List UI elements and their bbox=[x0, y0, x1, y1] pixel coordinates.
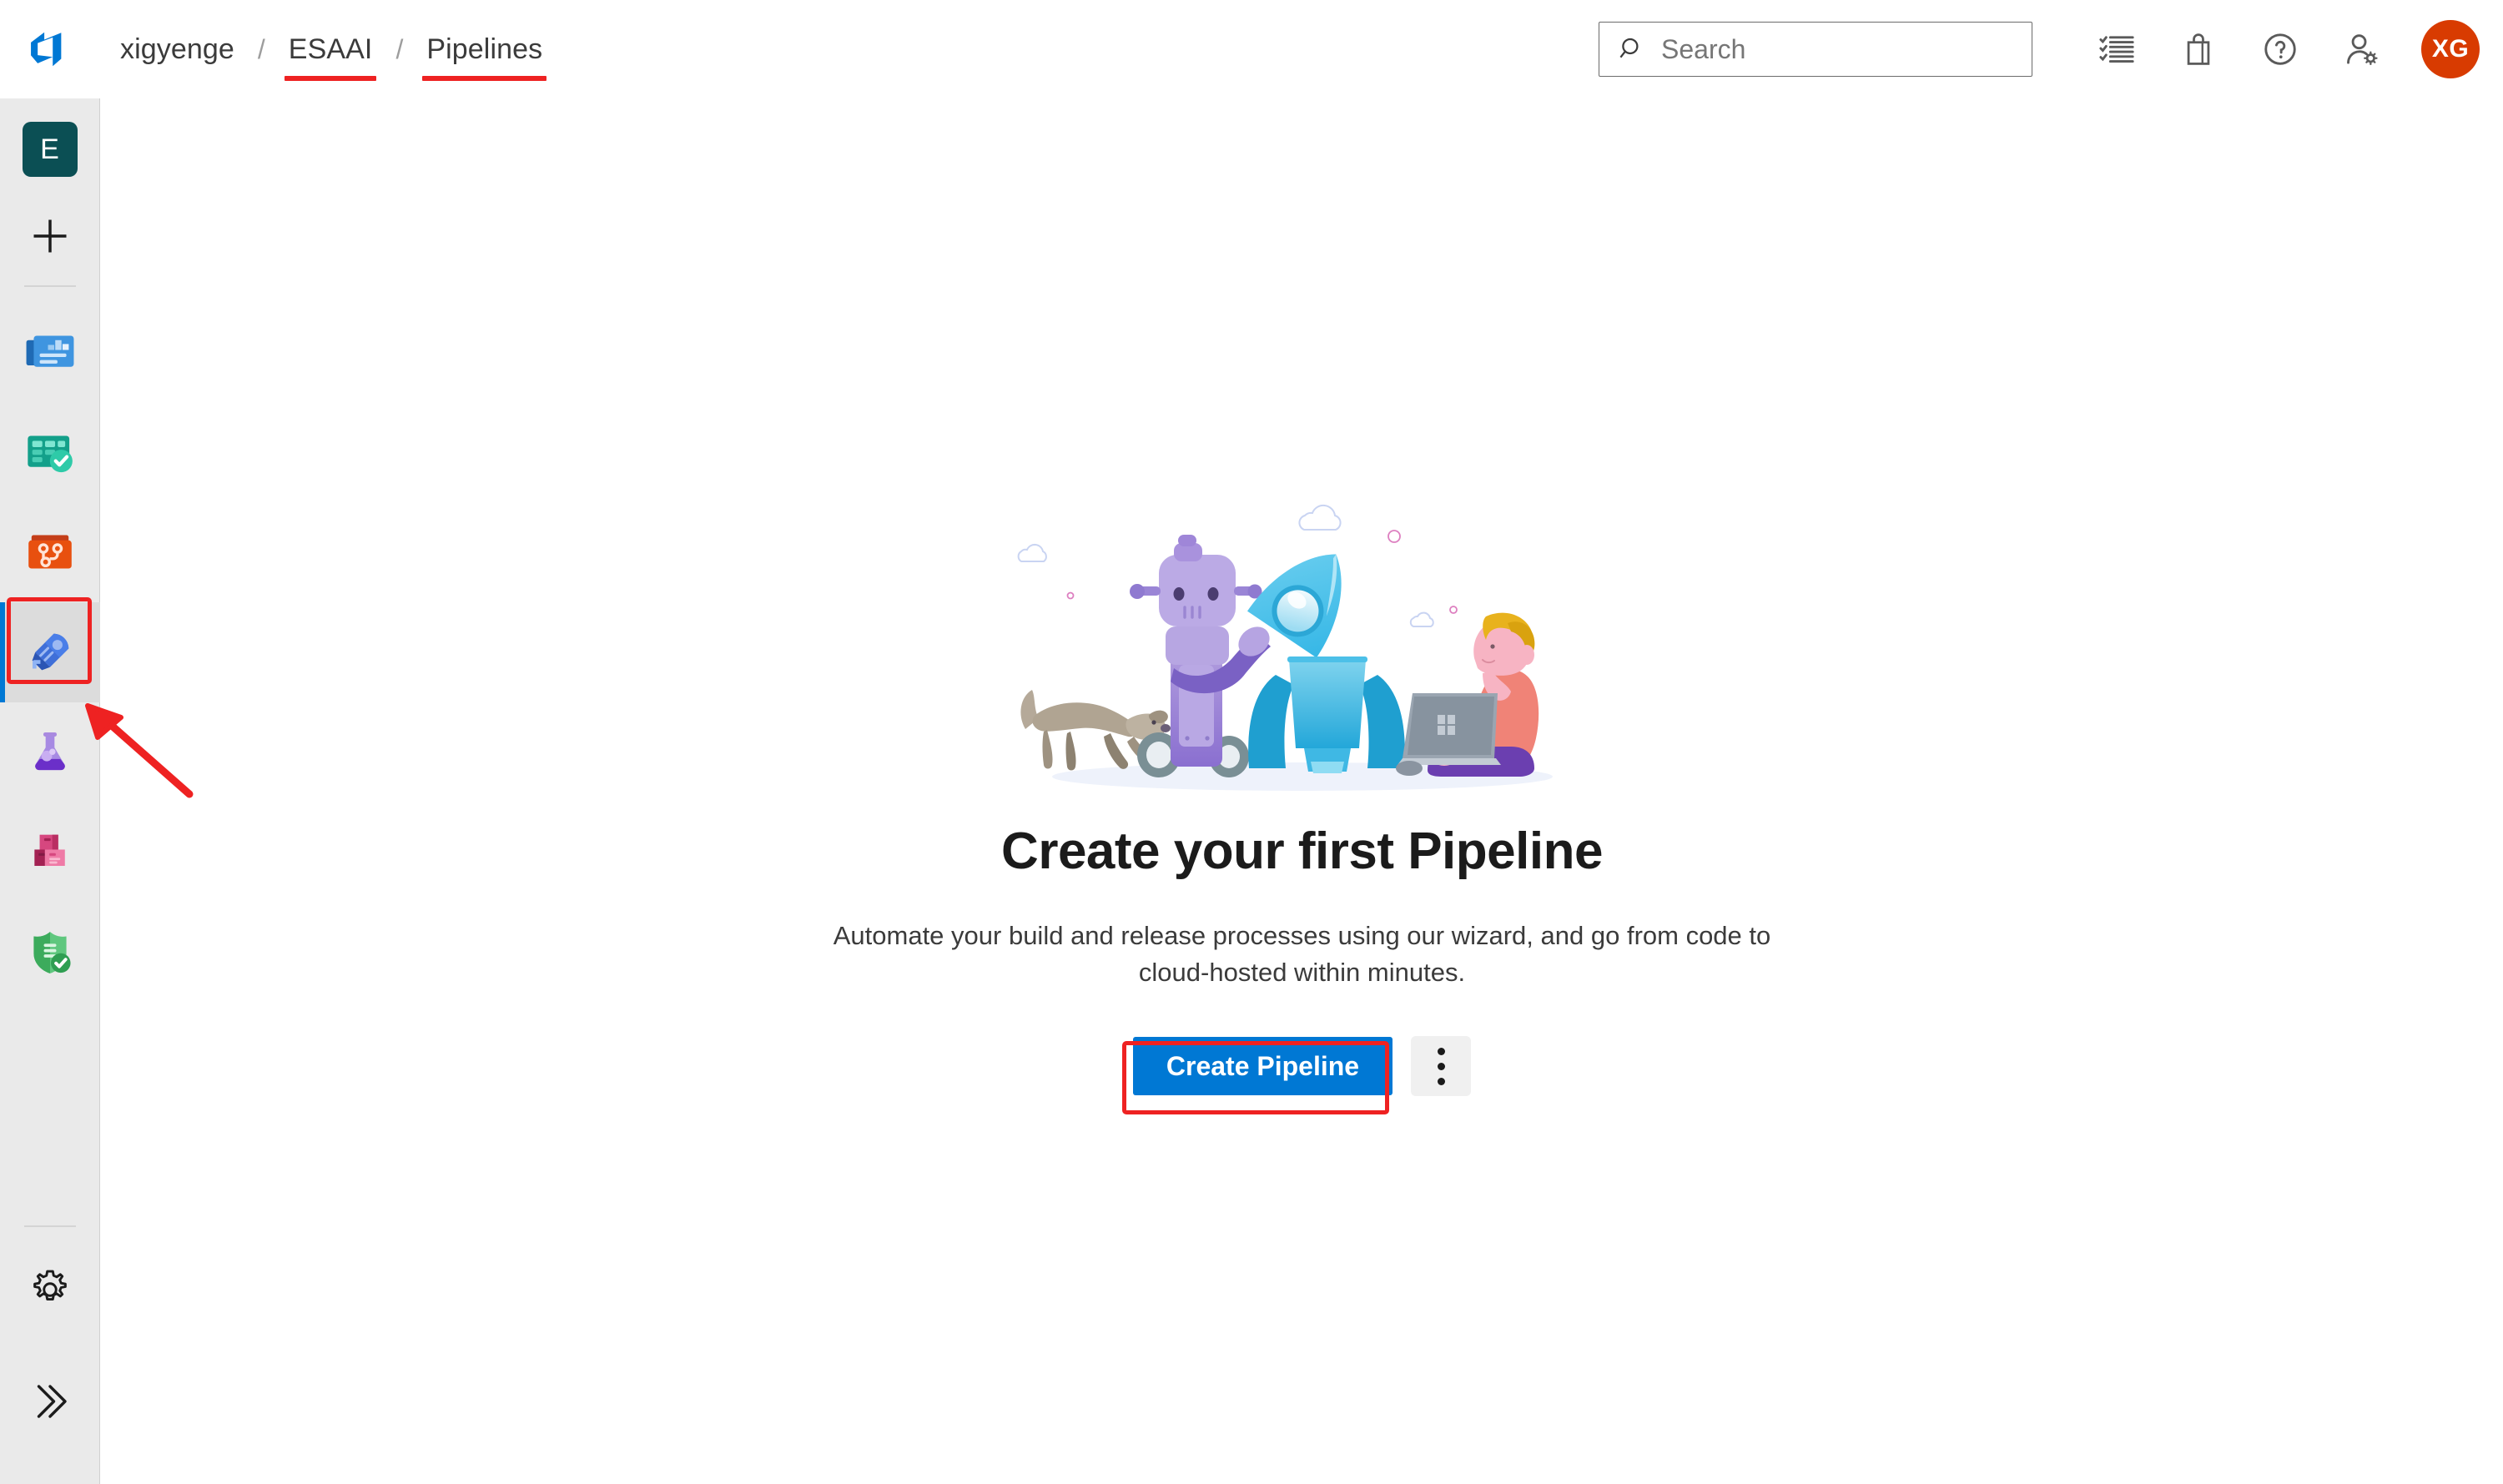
more-vertical-icon-dot-1 bbox=[1437, 1047, 1445, 1055]
help-icon[interactable] bbox=[2254, 23, 2306, 75]
sidebar-item-artifacts[interactable] bbox=[0, 802, 100, 903]
sidebar-item-advanced-security[interactable] bbox=[0, 903, 100, 1003]
sidebar-item-overview[interactable] bbox=[0, 302, 100, 402]
header-actions: Search XG bbox=[1599, 0, 2503, 98]
page-title: Create your first Pipeline bbox=[1001, 822, 1603, 880]
search-icon bbox=[1619, 38, 1639, 58]
create-pipeline-button[interactable]: Create Pipeline bbox=[1132, 1037, 1393, 1096]
project-avatar-initials: E bbox=[40, 133, 59, 165]
app-root: xigyenge / ESAAI / Pipelines Search XG E… bbox=[0, 0, 2503, 1484]
page-description: Automate your build and release processe… bbox=[833, 921, 1771, 988]
annotation-underline-project bbox=[284, 75, 377, 81]
breadcrumb-org[interactable]: xigyenge bbox=[118, 35, 236, 63]
avatar[interactable]: XG bbox=[2421, 20, 2480, 78]
test-plans-flask-icon bbox=[34, 732, 65, 771]
developer-with-laptop bbox=[1395, 612, 1539, 777]
avatar-initials: XG bbox=[2431, 35, 2470, 63]
project-settings-button[interactable] bbox=[21, 1260, 79, 1319]
shield-check-icon bbox=[33, 932, 71, 973]
more-options-button[interactable] bbox=[1411, 1036, 1472, 1097]
overview-icon bbox=[26, 335, 73, 367]
breadcrumb-project-label: ESAAI bbox=[288, 33, 373, 65]
project-avatar[interactable]: E bbox=[22, 122, 78, 177]
rocket-body bbox=[1247, 656, 1405, 773]
action-buttons: Create Pipeline bbox=[1132, 1036, 1472, 1097]
new-button[interactable] bbox=[23, 209, 78, 264]
breadcrumb-project[interactable]: ESAAI bbox=[284, 33, 377, 81]
breadcrumb-section[interactable]: Pipelines bbox=[422, 33, 547, 81]
expand-sidebar-button[interactable] bbox=[21, 1372, 79, 1431]
annotation-underline-section bbox=[422, 75, 547, 81]
shopping-bag-icon[interactable] bbox=[2173, 23, 2224, 75]
azure-devops-logo[interactable] bbox=[0, 0, 98, 98]
checklist-icon[interactable] bbox=[2091, 23, 2143, 75]
search-input[interactable]: Search bbox=[1599, 22, 2032, 77]
search-placeholder: Search bbox=[1661, 33, 1746, 64]
azure-devops-logo-icon bbox=[31, 32, 62, 66]
breadcrumb-separator-1: / bbox=[257, 33, 265, 64]
artifacts-boxes-icon bbox=[33, 834, 65, 866]
sidebar-item-repos[interactable] bbox=[0, 502, 100, 602]
zero-data-illustration bbox=[1017, 504, 1553, 791]
pipelines-rocket-icon bbox=[32, 633, 68, 671]
sidebar-item-boards[interactable] bbox=[0, 402, 100, 502]
gear-icon bbox=[33, 1270, 67, 1301]
boards-icon bbox=[27, 435, 73, 473]
sidebar-divider-bottom bbox=[23, 1225, 76, 1227]
main-content: Create your first Pipeline Automate your… bbox=[101, 99, 2503, 1484]
top-header: xigyenge / ESAAI / Pipelines Search XG bbox=[0, 0, 2503, 98]
sidebar-divider-top bbox=[23, 285, 76, 287]
sidebar-item-test-plans[interactable] bbox=[0, 702, 100, 802]
left-sidebar: E bbox=[0, 98, 100, 1484]
breadcrumb: xigyenge / ESAAI / Pipelines bbox=[118, 0, 547, 98]
breadcrumb-section-label: Pipelines bbox=[426, 33, 543, 65]
sidebar-item-pipelines[interactable] bbox=[0, 602, 100, 702]
plus-icon bbox=[33, 219, 66, 253]
user-settings-icon[interactable] bbox=[2336, 23, 2388, 75]
sidebar-bottom bbox=[0, 1225, 99, 1484]
more-vertical-icon-dot-3 bbox=[1437, 1077, 1445, 1085]
repos-icon bbox=[28, 535, 72, 569]
double-chevron-right-icon bbox=[37, 1385, 67, 1418]
more-vertical-icon-dot-2 bbox=[1437, 1062, 1445, 1070]
breadcrumb-separator-2: / bbox=[395, 33, 404, 64]
